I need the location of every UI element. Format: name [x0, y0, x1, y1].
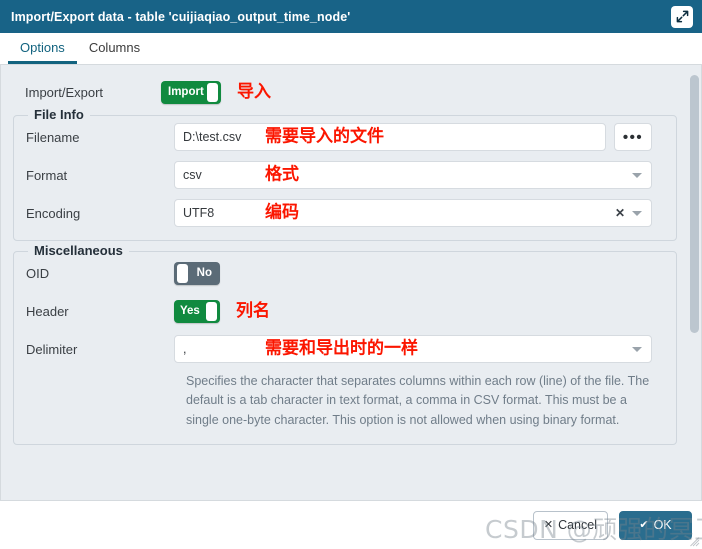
dialog-titlebar: Import/Export data - table 'cuijiaqiao_o…: [0, 0, 702, 33]
delimiter-select[interactable]: , 需要和导出时的一样: [174, 335, 652, 363]
import-export-toggle[interactable]: Import: [161, 80, 221, 104]
delimiter-field: , 需要和导出时的一样: [174, 335, 676, 363]
tab-options[interactable]: Options: [8, 33, 77, 64]
delimiter-label: Delimiter: [26, 341, 78, 357]
encoding-value: UTF8: [183, 206, 215, 220]
filename-value: D:\test.csv: [183, 130, 242, 144]
browse-file-button[interactable]: •••: [614, 123, 652, 151]
format-select[interactable]: csv 格式: [174, 161, 652, 189]
cancel-button-label: Cancel: [558, 518, 597, 532]
header-field: Yes 列名: [174, 299, 676, 323]
row-format: Format csv 格式: [14, 160, 676, 190]
group-file-info-title: File Info: [28, 107, 90, 122]
chevron-down-icon: [632, 172, 642, 178]
dialog-footer: ✕ Cancel ✔ OK: [0, 500, 702, 549]
filename-label: Filename: [26, 129, 80, 145]
header-toggle-value: Yes: [180, 305, 200, 317]
toggle-knob: [177, 263, 188, 283]
format-field: csv 格式: [174, 161, 676, 189]
clear-icon[interactable]: ✕: [615, 207, 625, 219]
ok-button[interactable]: ✔ OK: [619, 510, 692, 540]
row-filename: Filename D:\test.csv 需要导入的文件 •••: [14, 122, 676, 152]
ok-button-label: OK: [653, 518, 672, 532]
annotation-encoding: 编码: [265, 202, 299, 223]
toggle-knob: [206, 301, 217, 321]
group-miscellaneous-title: Miscellaneous: [28, 243, 129, 258]
row-oid: OID No: [14, 258, 676, 288]
oid-toggle[interactable]: No: [174, 261, 220, 285]
row-delimiter: Delimiter , 需要和导出时的一样: [14, 334, 676, 364]
filename-input[interactable]: D:\test.csv 需要导入的文件: [174, 123, 606, 151]
import-export-dialog: Import/Export data - table 'cuijiaqiao_o…: [0, 0, 702, 549]
annotation-format: 格式: [265, 164, 299, 185]
import-export-toggle-value: Import: [168, 86, 204, 98]
encoding-field: UTF8 编码 ✕: [174, 199, 676, 227]
vertical-scrollbar[interactable]: [690, 69, 699, 496]
filename-field: D:\test.csv 需要导入的文件 •••: [174, 123, 676, 151]
encoding-label: Encoding: [26, 205, 81, 221]
header-toggle[interactable]: Yes: [174, 299, 220, 323]
scrollbar-thumb[interactable]: [690, 75, 699, 333]
header-label: Header: [26, 303, 69, 319]
chevron-down-icon: [632, 210, 642, 216]
annotation-header: 列名: [236, 300, 270, 321]
group-miscellaneous: Miscellaneous OID No Header Yes 列名 Delim…: [13, 243, 677, 446]
import-export-field: Import 导入: [161, 80, 689, 104]
delimiter-help-text: Specifies the character that separates c…: [186, 374, 650, 427]
annotation-delimiter: 需要和导出时的一样: [265, 338, 418, 359]
annotation-filename: 需要导入的文件: [265, 126, 384, 147]
row-encoding: Encoding UTF8 编码 ✕: [14, 198, 676, 228]
check-icon: ✔: [639, 518, 649, 531]
oid-label: OID: [26, 265, 50, 281]
oid-toggle-value: No: [196, 267, 212, 279]
resize-grip-icon[interactable]: [690, 537, 700, 547]
dialog-content: Import/Export Import 导入 File Info Filena…: [0, 65, 702, 500]
expand-dialog-button[interactable]: [671, 5, 693, 28]
toggle-knob: [207, 82, 218, 102]
cancel-button[interactable]: ✕ Cancel: [532, 510, 608, 540]
import-export-label: Import/Export: [25, 84, 104, 100]
encoding-select[interactable]: UTF8 编码 ✕: [174, 199, 652, 227]
row-header: Header Yes 列名: [14, 296, 676, 326]
annotation-import: 导入: [237, 81, 271, 102]
dialog-tabbar: Options Columns: [0, 33, 702, 65]
options-form: Import/Export Import 导入 File Info Filena…: [1, 65, 689, 500]
format-label: Format: [26, 167, 68, 183]
tab-columns[interactable]: Columns: [77, 33, 152, 64]
dialog-title: Import/Export data - table 'cuijiaqiao_o…: [11, 9, 351, 24]
oid-field: No: [174, 261, 676, 285]
close-icon: ✕: [543, 518, 554, 531]
delimiter-value: ,: [183, 342, 187, 356]
row-import-export: Import/Export Import 导入: [1, 65, 689, 107]
chevron-down-icon: [632, 346, 642, 352]
expand-diagonal-icon: [676, 10, 688, 23]
format-value: csv: [183, 168, 202, 182]
group-file-info: File Info Filename D:\test.csv 需要导入的文件 •…: [13, 107, 677, 241]
